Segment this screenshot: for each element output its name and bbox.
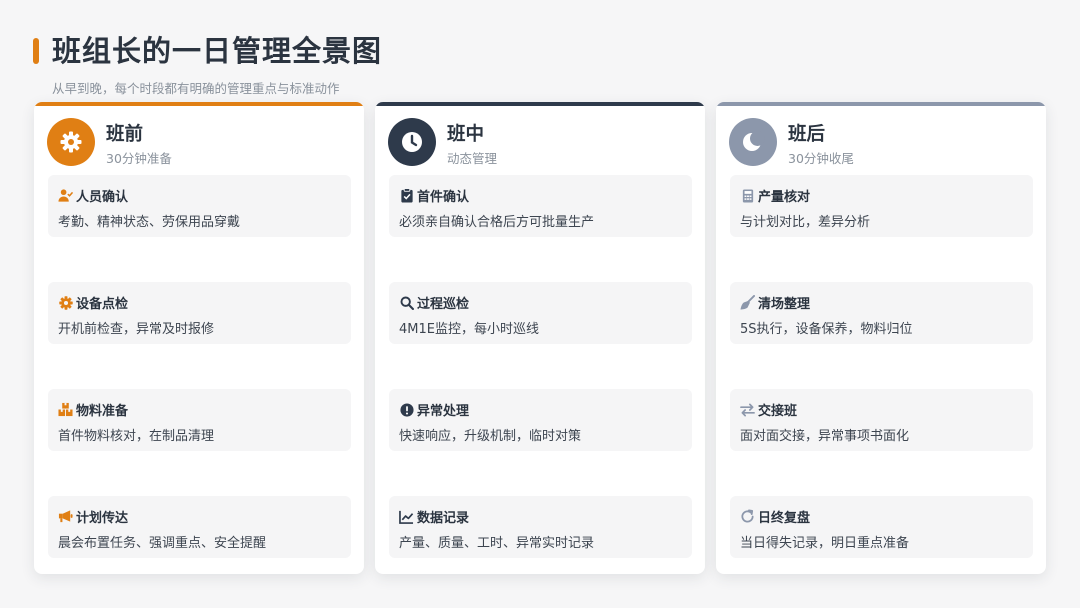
column-top-border	[34, 102, 364, 106]
broom-icon	[740, 295, 755, 310]
card-output-check: 产量核对 与计划对比，差异分析	[730, 175, 1033, 237]
card-plan-briefing: 计划传达 晨会布置任务、强调重点、安全提醒	[48, 496, 351, 558]
column-top-border	[375, 102, 705, 106]
card-title: 交接班	[758, 404, 798, 419]
column-title: 班中	[447, 124, 485, 145]
card-desc: 当日得失记录，明日重点准备	[740, 536, 910, 551]
card-exception-handling: 异常处理 快速响应，升级机制，临时对策	[389, 389, 692, 451]
title-accent-bar	[33, 38, 39, 64]
clipboard-check-icon	[399, 188, 414, 203]
card-desc: 考勤、精神状态、劳保用品穿戴	[58, 215, 241, 230]
refresh-icon	[740, 509, 755, 524]
line-chart-icon	[399, 509, 414, 524]
card-title: 设备点检	[76, 297, 129, 312]
card-title: 过程巡检	[417, 297, 470, 312]
search-icon	[399, 295, 414, 310]
card-title: 异常处理	[417, 404, 470, 419]
card-data-record: 数据记录 产量、质量、工时、异常实时记录	[389, 496, 692, 558]
card-title: 产量核对	[758, 190, 811, 205]
card-daily-review: 日终复盘 当日得失记录，明日重点准备	[730, 496, 1033, 558]
column-subtitle: 30分钟准备	[106, 151, 172, 166]
card-title: 首件确认	[417, 190, 470, 205]
card-desc: 产量、质量、工时、异常实时记录	[399, 536, 595, 551]
column-subtitle: 30分钟收尾	[788, 151, 854, 166]
column-during-shift: 班中 动态管理 首件确认 必须亲自确认合格后方可批量生产 过程巡检 4M1E监控…	[375, 102, 705, 574]
card-material-prep: 物料准备 首件物料核对，在制品清理	[48, 389, 351, 451]
card-cleanup: 清场整理 5S执行，设备保养，物料归位	[730, 282, 1033, 344]
gear-icon	[47, 118, 95, 166]
card-equipment-check: 设备点检 开机前检查，异常及时报修	[48, 282, 351, 344]
card-title: 数据记录	[417, 511, 470, 526]
clock-icon	[388, 118, 436, 166]
card-desc: 与计划对比，差异分析	[740, 215, 871, 230]
card-title: 计划传达	[76, 511, 129, 526]
card-desc: 必须亲自确认合格后方可批量生产	[399, 215, 595, 230]
card-title: 清场整理	[758, 297, 811, 312]
card-first-article: 首件确认 必须亲自确认合格后方可批量生产	[389, 175, 692, 237]
card-title: 人员确认	[76, 190, 129, 205]
card-shift-handover: 交接班 面对面交接，异常事项书面化	[730, 389, 1033, 451]
column-top-border	[716, 102, 1046, 106]
alert-icon	[399, 402, 414, 417]
column-title: 班后	[788, 124, 826, 145]
card-personnel-check: 人员确认 考勤、精神状态、劳保用品穿戴	[48, 175, 351, 237]
card-process-patrol: 过程巡检 4M1E监控，每小时巡线	[389, 282, 692, 344]
boxes-icon	[58, 402, 73, 417]
page-title: 班组长的一日管理全景图	[52, 34, 383, 68]
moon-icon	[729, 118, 777, 166]
card-desc: 首件物料核对，在制品清理	[58, 429, 215, 444]
column-after-shift: 班后 30分钟收尾 产量核对 与计划对比，差异分析 清场整理 5S执行，设备保养…	[716, 102, 1046, 574]
card-title: 物料准备	[76, 404, 129, 419]
page-subtitle: 从早到晚，每个时段都有明确的管理重点与标准动作	[52, 81, 340, 96]
card-desc: 面对面交接，异常事项书面化	[740, 429, 910, 444]
card-title: 日终复盘	[758, 511, 811, 526]
megaphone-icon	[58, 509, 73, 524]
column-title: 班前	[106, 124, 144, 145]
column-subtitle: 动态管理	[447, 151, 498, 166]
card-desc: 5S执行，设备保养，物料归位	[740, 322, 913, 337]
column-before-shift: 班前 30分钟准备 人员确认 考勤、精神状态、劳保用品穿戴 设备点检 开机前检查…	[34, 102, 364, 574]
card-desc: 快速响应，升级机制，临时对策	[399, 429, 582, 444]
exchange-icon	[740, 402, 755, 417]
card-desc: 4M1E监控，每小时巡线	[399, 322, 539, 337]
user-check-icon	[58, 188, 73, 203]
calculator-icon	[740, 188, 755, 203]
card-desc: 晨会布置任务、强调重点、安全提醒	[58, 536, 267, 551]
card-desc: 开机前检查，异常及时报修	[58, 322, 215, 337]
cog-icon	[58, 295, 73, 310]
